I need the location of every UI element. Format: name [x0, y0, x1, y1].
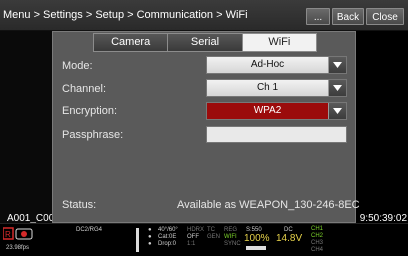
status-value: Available as WEAPON_130-246-8EC	[177, 199, 360, 211]
audio-channel-4: CH4	[311, 247, 324, 253]
level-meter	[136, 228, 139, 252]
power-value: 14.8V	[276, 233, 303, 244]
status-col1-row1: 40°/60°	[158, 227, 178, 233]
mode-label: Mode:	[62, 60, 93, 72]
camera-status-bar: R 23.98fps DC2/RG4 ● ● ● 40°/60° Cat:0E …	[0, 223, 408, 256]
tab-bar: Camera Serial WiFi	[93, 33, 317, 52]
audio-channel-1: CH1	[311, 226, 324, 232]
chevron-down-icon[interactable]	[328, 103, 346, 119]
status-col1-row3: Drop:0	[158, 241, 177, 247]
breadcrumb: Menu > Settings > Setup > Communication …	[3, 9, 248, 21]
encryption-value: WPA2	[207, 103, 328, 119]
passphrase-label: Passphrase:	[62, 129, 124, 141]
tab-serial[interactable]: Serial	[168, 34, 243, 51]
close-button[interactable]: Close	[366, 8, 404, 25]
more-button[interactable]: ...	[306, 8, 330, 25]
back-button[interactable]: Back	[332, 8, 364, 25]
encryption-dropdown[interactable]: WPA2	[206, 102, 347, 120]
audio-channel-2: CH2	[311, 233, 324, 239]
status-col2-row3: 1:1	[187, 241, 196, 247]
wifi-settings-panel: Camera Serial WiFi Mode: Ad-Hoc Channel:…	[52, 31, 360, 223]
lens-readout: DC2/RG4	[76, 227, 103, 233]
media-bar	[246, 246, 266, 250]
channel-dropdown[interactable]: Ch 1	[206, 79, 347, 97]
mode-value: Ad-Hoc	[207, 57, 328, 73]
status-col2-row2: OFF	[187, 234, 199, 240]
status-col2-row1: HDRX	[187, 227, 205, 233]
record-icon: R	[3, 227, 33, 240]
chevron-down-icon[interactable]	[328, 57, 346, 73]
tab-wifi[interactable]: WiFi	[242, 34, 316, 51]
status-col4-row1: REG	[224, 227, 238, 233]
dot-indicator: ●	[148, 241, 152, 247]
channel-value: Ch 1	[207, 80, 328, 96]
status-col4-row3: SYNC	[224, 241, 241, 247]
dot-indicator: ●	[148, 227, 152, 233]
passphrase-field[interactable]	[206, 126, 347, 143]
status-col3-row1: TC	[207, 227, 215, 233]
audio-channel-3: CH3	[311, 240, 324, 246]
wifi-status: WIFI	[224, 234, 237, 240]
channel-label: Channel:	[62, 83, 107, 95]
status-col3-row2: GEN	[207, 234, 221, 240]
background-strip	[0, 31, 52, 223]
mode-dropdown[interactable]: Ad-Hoc	[206, 56, 347, 74]
dot-indicator: ●	[148, 234, 152, 240]
status-label: Status:	[62, 199, 97, 211]
chevron-down-icon[interactable]	[328, 80, 346, 96]
tab-camera[interactable]: Camera	[94, 34, 169, 51]
fps-readout: 23.98fps	[6, 245, 30, 251]
media-value: 100%	[244, 233, 270, 244]
svg-text:R: R	[5, 230, 11, 239]
encryption-label: Encryption:	[62, 105, 118, 117]
status-col1-row2: Cat:0E	[158, 234, 177, 240]
top-menu-bar: Menu > Settings > Setup > Communication …	[0, 0, 408, 31]
